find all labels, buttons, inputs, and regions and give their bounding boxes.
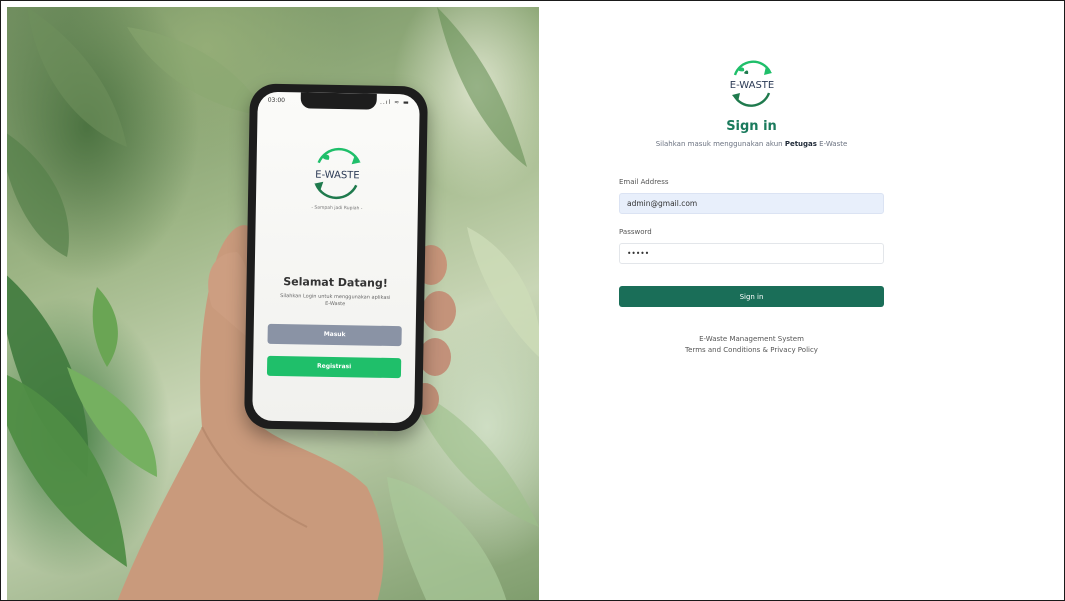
phone-registrasi-button: Registrasi [266, 355, 402, 379]
email-label: Email Address [619, 178, 669, 186]
password-label: Password [619, 228, 652, 236]
hero-image: 03:00 ..ıl ≈ ▬ E-WASTE - Sampah jadi Rup… [7, 7, 539, 600]
footer-terms-link[interactable]: Terms and Conditions & Privacy Policy [539, 346, 964, 354]
page-subtitle: Silahkan masuk menggunakan akun Petugas … [539, 140, 964, 148]
logo-text: E-WASTE [730, 80, 774, 91]
phone-mockup: 03:00 ..ıl ≈ ▬ E-WASTE - Sampah jadi Rup… [244, 83, 428, 432]
subtitle-post: E-Waste [816, 140, 848, 148]
subtitle-pre: Silahkan masuk menggunakan akun [655, 140, 785, 148]
footer-system-name: E-Waste Management System [699, 335, 804, 343]
email-field[interactable] [619, 193, 884, 214]
phone-masuk-button: Masuk [267, 323, 402, 347]
sign-in-button[interactable]: Sign in [619, 286, 884, 307]
page-title: Sign in [726, 119, 777, 134]
phone-recycle-logo-icon: E-WASTE [314, 147, 361, 200]
phone-notch [300, 92, 377, 110]
password-field[interactable] [619, 243, 884, 264]
subtitle-role: Petugas [784, 140, 817, 148]
phone-welcome-title: Selamat Datang! [283, 275, 388, 290]
login-panel: E-WASTE Sign in Silahkan masuk menggunak… [539, 7, 1064, 600]
window-frame: 03:00 ..ıl ≈ ▬ E-WASTE - Sampah jadi Rup… [0, 0, 1065, 601]
phone-logo-text: E-WASTE [315, 170, 360, 182]
phone-screen: 03:00 ..ıl ≈ ▬ E-WASTE - Sampah jadi Rup… [252, 91, 420, 424]
phone-tagline: - Sampah jadi Rupiah - [311, 205, 363, 212]
ewaste-logo-icon: E-WASTE [730, 60, 774, 107]
phone-status-icons: ..ıl ≈ ▬ [379, 98, 410, 107]
phone-status-time: 03:00 [267, 96, 286, 105]
phone-subtitle: Silahkan Login untuk menggunakan aplikas… [280, 293, 391, 308]
